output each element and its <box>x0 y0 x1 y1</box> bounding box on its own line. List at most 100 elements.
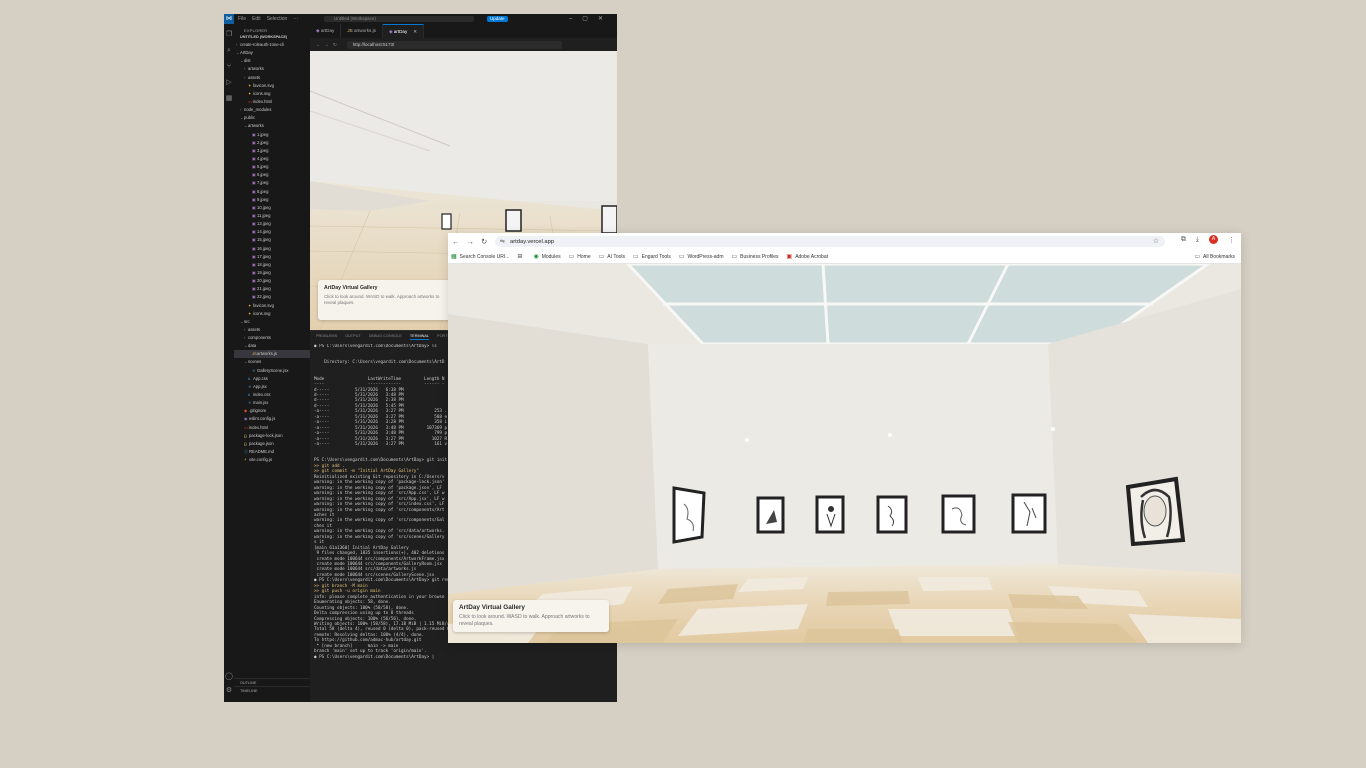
bookmark-ai-tools[interactable]: ▭ AI Tools <box>599 253 625 261</box>
all-bookmarks[interactable]: ▭ All Bookmarks <box>1194 250 1235 264</box>
update-button[interactable]: Update <box>487 16 508 22</box>
panel-tab-problems[interactable]: PROBLEMS <box>316 334 337 340</box>
tree-folder[interactable]: ⌄ArtDay <box>234 49 310 57</box>
tree-file[interactable]: JSartworks.js <box>234 350 310 359</box>
tree-file[interactable]: {} package.json <box>234 440 310 448</box>
timeline-section[interactable]: TIMELINE <box>234 686 310 694</box>
gallery-3d-canvas[interactable] <box>448 264 1241 643</box>
tree-file[interactable]: ✦ favicon.svg <box>234 302 310 310</box>
tree-file[interactable]: ▣6.jpeg <box>234 171 310 179</box>
tree-folder[interactable]: › create-roleauth-zone-cli <box>234 41 310 49</box>
tree-file[interactable]: <>index.html <box>234 98 310 106</box>
tree-file[interactable]: ◆ .gitignore <box>234 407 310 415</box>
tab-artworks-js[interactable]: JS artworks.js <box>341 24 383 38</box>
bookmark-apps[interactable]: ⊞ <box>517 253 525 260</box>
tree-file[interactable]: ▣8.jpeg <box>234 188 310 196</box>
tree-file[interactable]: ▣13.jpeg <box>234 220 310 228</box>
tree-file[interactable]: ✦ icons.svg <box>234 90 310 98</box>
tree-file[interactable]: ▣16.jpeg <box>234 245 310 253</box>
tree-folder[interactable]: › components <box>234 334 310 342</box>
run-debug-icon[interactable]: ▷ <box>224 78 234 88</box>
tree-file[interactable]: ✦ icons.svg <box>234 310 310 318</box>
tree-file[interactable]: ▣1.jpeg <box>234 131 310 139</box>
tree-folder[interactable]: ⌄src <box>234 318 310 326</box>
tree-file[interactable]: ⚛main.jsx <box>234 399 310 407</box>
tree-folder[interactable]: ⌄public <box>234 114 310 122</box>
chrome-menu-icon[interactable]: ⋮ <box>1228 236 1235 244</box>
tree-file[interactable]: ⓘREADME.md <box>234 448 310 456</box>
tree-file[interactable]: ▣5.jpeg <box>234 163 310 171</box>
tree-file[interactable]: ▣20.jpeg <box>234 277 310 285</box>
preview-url-input[interactable]: http://localhost:5173/ <box>346 40 562 49</box>
tab-artday-1[interactable]: ◆ artDay <box>310 24 342 38</box>
tree-file[interactable]: ▣19.jpeg <box>234 269 310 277</box>
tree-file[interactable]: ▣3.jpeg <box>234 147 310 155</box>
tree-file[interactable]: ⚡ vite.config.js <box>234 456 310 464</box>
tree-folder[interactable]: ⌄dist <box>234 57 310 65</box>
bookmark-engard-tools[interactable]: ▭ Engard Tools <box>633 253 671 261</box>
panel-tab-terminal[interactable]: TERMINAL <box>409 334 430 340</box>
account-icon[interactable]: ◯ <box>224 672 234 682</box>
menu-edit[interactable]: Edit <box>252 16 261 22</box>
tree-file[interactable]: {} package-lock.json <box>234 432 310 440</box>
tree-file[interactable]: ▣18.jpeg <box>234 261 310 269</box>
tab-artday-active[interactable]: ◆ artDay ✕ <box>382 24 425 38</box>
tree-file[interactable]: ✦ favicon.svg <box>234 82 310 90</box>
panel-tab-debug-console[interactable]: DEBUG CONSOLE <box>369 334 402 340</box>
address-bar[interactable]: ⇋ artday.vercel.app ☆ <box>495 236 1165 247</box>
extensions-icon[interactable]: ▦ <box>224 94 234 104</box>
extensions-icon[interactable]: ⧉ <box>1181 236 1186 244</box>
bookmark-home[interactable]: ▭ Home <box>569 253 591 261</box>
tree-folder[interactable]: › node_modules <box>234 106 310 114</box>
window-controls[interactable]: –▢✕ <box>569 14 613 24</box>
tree-folder[interactable]: ⌄artworks <box>234 122 310 130</box>
download-icon[interactable]: ⤓ <box>1196 236 1199 244</box>
tree-file[interactable]: ▣4.jpeg <box>234 155 310 163</box>
profile-avatar[interactable]: A <box>1209 235 1218 244</box>
outline-section[interactable]: OUTLINE <box>234 678 310 686</box>
gallery-page[interactable]: ArtDay Virtual Gallery Click to look aro… <box>448 264 1241 643</box>
tree-folder[interactable]: › assets <box>234 74 310 82</box>
explorer-icon[interactable]: ❐ <box>224 30 234 40</box>
source-control-icon[interactable]: ⑂ <box>224 62 234 72</box>
tree-file[interactable]: ▣2.jpeg <box>234 139 310 147</box>
browser-nav-icons[interactable]: ←→↻ <box>452 237 494 246</box>
tree-file[interactable]: ▣11.jpeg <box>234 212 310 220</box>
tree-file[interactable]: ▣7.jpeg <box>234 179 310 187</box>
bookmark-wordpress-adm[interactable]: ▭ WordPress-adm <box>679 253 724 261</box>
tree-file[interactable]: ▣10.jpeg <box>234 204 310 212</box>
search-icon[interactable]: ⌕ <box>224 46 234 56</box>
manage-gear-icon[interactable]: ⚙ <box>224 686 234 696</box>
tree-file[interactable]: ▣14.jpeg <box>234 228 310 236</box>
menu-more[interactable]: ··· <box>293 16 298 22</box>
command-center-search[interactable]: Untitled (Workspace) <box>324 16 474 22</box>
preview-artwork-frame <box>601 205 617 234</box>
bookmark-adobe-acrobat[interactable]: ▣ Adobe Acrobat <box>787 253 828 261</box>
tree-folder[interactable]: › assets <box>234 326 310 334</box>
close-tab-icon[interactable]: ✕ <box>413 29 417 34</box>
tree-file[interactable]: ▣17.jpeg <box>234 253 310 261</box>
menu-selection[interactable]: Selection <box>267 16 288 22</box>
tree-folder[interactable]: ⌄scenes <box>234 358 310 366</box>
tree-file[interactable]: ◉ eslint.config.js <box>234 415 310 423</box>
tree-file[interactable]: <>index.html <box>234 424 310 432</box>
tree-file[interactable]: ▣15.jpeg <box>234 236 310 244</box>
tree-file[interactable]: # index.css <box>234 391 310 399</box>
tree-folder[interactable]: › artworks <box>234 65 310 73</box>
bookmark-modules[interactable]: ◉ Modules <box>533 253 560 261</box>
menu-file[interactable]: File <box>238 16 246 22</box>
address-url[interactable]: artday.vercel.app <box>510 239 554 245</box>
bookmark-search-console[interactable]: ▦ Search Console URI... <box>451 253 509 261</box>
tree-file[interactable]: # App.css <box>234 375 310 383</box>
tree-file[interactable]: ▣9.jpeg <box>234 196 310 204</box>
tree-folder[interactable]: ⌄data <box>234 342 310 350</box>
bookmark-business-profiles[interactable]: ▭ Business Profiles <box>731 253 778 261</box>
tree-file[interactable]: ⚛App.jsx <box>234 383 310 391</box>
site-info-icon[interactable]: ⇋ <box>500 238 505 245</box>
browser-nav-icons[interactable]: ←→↻ <box>316 42 341 48</box>
tree-file[interactable]: ▣21.jpeg <box>234 285 310 293</box>
panel-tab-output[interactable]: OUTPUT <box>345 334 361 340</box>
tree-file[interactable]: ▣22.jpeg <box>234 293 310 301</box>
bookmark-star-icon[interactable]: ☆ <box>1153 236 1159 247</box>
tree-file[interactable]: ⚛GalleryScene.jsx <box>234 367 310 375</box>
